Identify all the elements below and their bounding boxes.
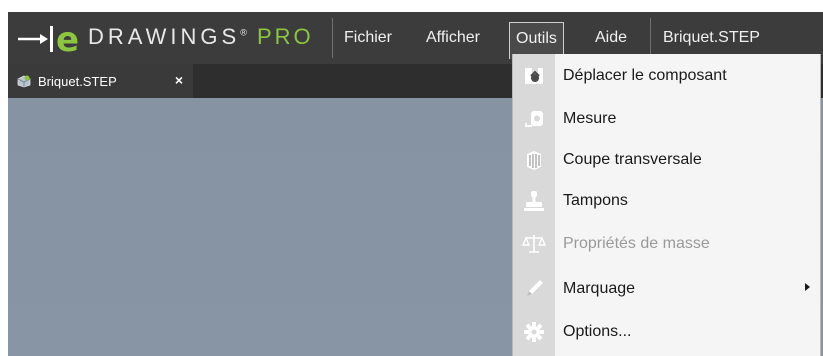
svg-text:e: e: [56, 24, 79, 54]
gear-icon: [513, 312, 555, 352]
measure-icon: [513, 99, 555, 139]
menu-item-coupe-transversale[interactable]: Coupe transversale: [513, 140, 820, 180]
menu-afficher[interactable]: Afficher: [422, 26, 484, 50]
menu-item-deplacer-composant[interactable]: Déplacer le composant: [513, 56, 820, 96]
part-file-icon: [17, 75, 31, 88]
edrawings-logo: e DRAWINGS® PRO: [8, 12, 332, 64]
logo-wordmark-text: DRAWINGS: [88, 24, 241, 49]
menu-item-options[interactable]: Options...: [513, 312, 820, 352]
menu-item-label: Tampons: [563, 192, 628, 209]
edrawings-logo-icon: e: [18, 24, 79, 54]
stamp-icon: [513, 181, 555, 221]
logo-pro: PRO: [256, 24, 314, 49]
pencil-icon: [513, 269, 555, 309]
menu-item-mesure[interactable]: Mesure: [513, 99, 820, 139]
mass-properties-icon: [513, 224, 555, 264]
menu-separator: [332, 18, 333, 58]
menu-item-label: Marquage: [563, 280, 636, 297]
move-component-icon: [513, 56, 555, 96]
menu-item-proprietes-masse: Propriétés de masse: [513, 224, 820, 264]
section-view-icon: [513, 140, 555, 180]
menu-item-label: Coupe transversale: [563, 151, 702, 168]
menu-fichier[interactable]: Fichier: [340, 26, 396, 50]
tab-label: Briquet.STEP: [38, 73, 117, 89]
menu-item-marquage[interactable]: Marquage: [513, 269, 820, 309]
logo-wordmark: DRAWINGS® PRO: [88, 24, 314, 50]
menu-item-label: Options...: [563, 323, 632, 340]
menu-item-label: Déplacer le composant: [563, 67, 727, 84]
menu-document-name[interactable]: Briquet.STEP: [659, 26, 764, 50]
menu-item-label: Propriétés de masse: [563, 235, 710, 252]
outils-dropdown-menu: Déplacer le composant Mesure Coupe trans…: [512, 54, 821, 356]
submenu-arrow-icon: [805, 283, 810, 291]
tab-close-button[interactable]: ×: [175, 72, 183, 88]
menu-separator: [650, 18, 651, 58]
menu-item-tampons[interactable]: Tampons: [513, 181, 820, 221]
logo-registered-mark: ®: [240, 27, 247, 38]
tab-briquet-step[interactable]: Briquet.STEP ×: [8, 64, 193, 98]
menu-aide[interactable]: Aide: [591, 26, 631, 50]
menu-item-label: Mesure: [563, 110, 617, 127]
